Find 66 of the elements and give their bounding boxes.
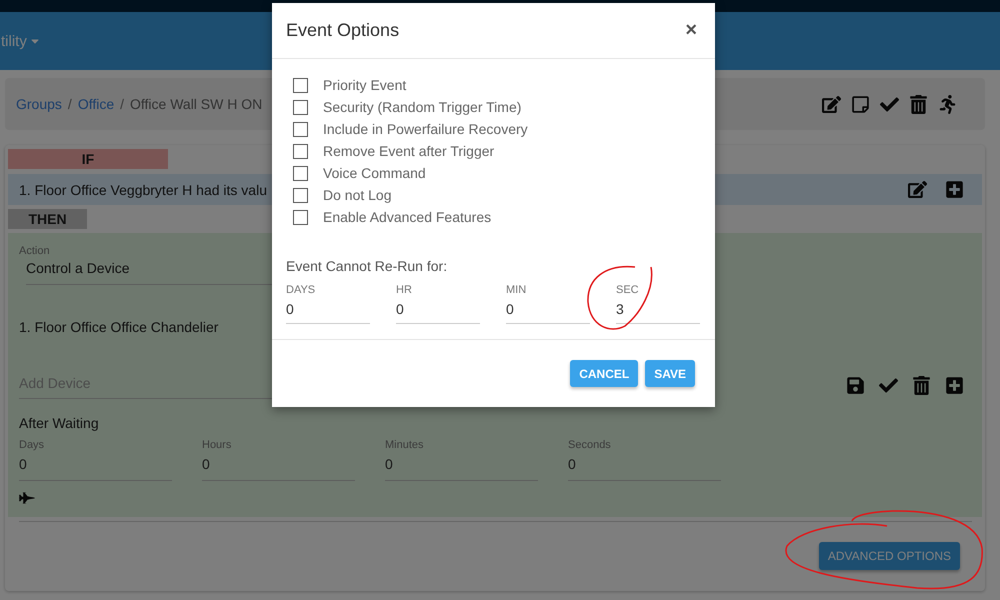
field-value: 0 [286,301,295,317]
field-label: Seconds [568,439,612,451]
edit-icon[interactable] [908,180,927,199]
duration-field[interactable]: SEC 3 [616,284,700,324]
option-label: Security (Random Trigger Time) [323,99,522,115]
device-name: 1. Floor Office Office Chandelier [19,319,220,335]
wait-field[interactable]: Seconds 0 [568,439,721,481]
utility-menu[interactable]: tility [1,32,41,50]
delete-icon[interactable] [909,94,928,114]
field-label: Hours [202,439,232,451]
field-value: 0 [19,456,28,472]
running-person-icon[interactable] [938,94,957,114]
breadcrumb-link[interactable]: Office [78,96,114,112]
wait-field[interactable]: Minutes 0 [385,439,538,481]
add-icon[interactable] [945,180,964,199]
field-value: 0 [202,456,211,472]
check-icon[interactable] [879,376,898,394]
save-icon[interactable] [846,376,865,394]
wait-field[interactable]: Hours 0 [202,439,355,481]
option-label: Enable Advanced Features [323,209,492,225]
field-label: Days [19,439,46,451]
breadcrumb-current: Office Wall SW H ON [130,96,262,112]
checkbox[interactable] [293,166,308,180]
checkbox[interactable] [293,100,308,114]
jet-icon[interactable] [19,490,35,506]
advanced-options-button[interactable]: ADVANCED OPTIONS [818,542,960,570]
checkbox[interactable] [293,78,308,92]
field-label: MIN [506,284,528,296]
field-label: Action [19,245,51,257]
duration-field[interactable]: HR 0 [396,284,480,324]
breadcrumb-separator: / [120,96,124,112]
close-button[interactable]: × [681,19,701,42]
field-value: 0 [385,456,394,472]
checkbox[interactable] [293,188,308,202]
field-label: DAYS [286,284,316,296]
field-value: 0 [568,456,577,472]
then-label: THEN [8,209,87,229]
save-button[interactable]: SAVE [645,360,695,387]
breadcrumb-link[interactable]: Groups [16,96,62,112]
option-label: Remove Event after Trigger [323,143,494,159]
field-value: 0 [396,301,405,317]
checkbox[interactable] [293,210,308,224]
dialog-title: Event Options [286,20,400,41]
field-label: SEC [616,284,640,296]
checkbox[interactable] [293,144,308,158]
checkbox[interactable] [293,122,308,136]
breadcrumb-separator: / [68,96,72,112]
edit-icon[interactable] [822,94,841,114]
wait-field[interactable]: Days 0 [19,439,172,481]
cancel-button[interactable]: CANCEL [570,360,638,387]
field-label: Minutes [385,439,425,451]
check-icon[interactable] [880,94,899,114]
option-label: Include in Powerfailure Recovery [323,121,528,137]
option-label: Priority Event [323,77,406,93]
delete-icon[interactable] [912,376,931,394]
note-icon[interactable] [851,94,870,114]
section-title: After Waiting [19,415,100,431]
field-value: 0 [506,301,515,317]
duration-field[interactable]: DAYS 0 [286,284,370,324]
option-label: Voice Command [323,165,426,181]
option-label: Do not Log [323,187,392,203]
if-label: IF [8,149,168,169]
field-label: HR [396,284,413,296]
add-icon[interactable] [945,376,964,394]
condition-text: 1. Floor Office Veggbryter H had its valu [19,182,267,198]
field-value: 3 [616,301,625,317]
